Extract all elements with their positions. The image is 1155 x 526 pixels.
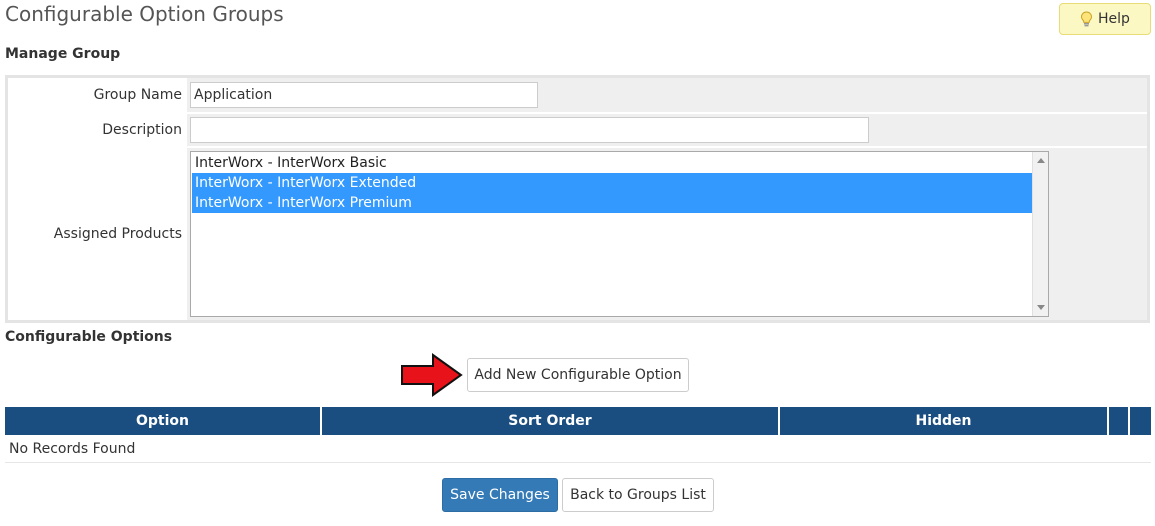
back-to-groups-button[interactable]: Back to Groups List <box>562 478 714 512</box>
options-table-header: Option Sort Order Hidden <box>5 407 1151 435</box>
empty-table-message: No Records Found <box>5 436 1151 463</box>
scroll-down-icon[interactable] <box>1037 305 1045 310</box>
help-button[interactable]: Help <box>1059 3 1151 35</box>
column-header-sort-order[interactable]: Sort Order <box>322 407 778 435</box>
lightbulb-icon <box>1081 11 1093 27</box>
assigned-products-row: Assigned Products InterWorx - InterWorx … <box>8 148 1147 320</box>
red-arrow-icon <box>401 353 463 397</box>
manage-group-heading: Manage Group <box>5 46 121 62</box>
group-name-input[interactable] <box>190 82 538 108</box>
manage-group-form: Group Name Description Assigned Products… <box>5 75 1150 323</box>
scroll-up-icon[interactable] <box>1037 158 1045 163</box>
select-scrollbar[interactable] <box>1032 152 1048 316</box>
group-name-label: Group Name <box>8 78 185 112</box>
description-label: Description <box>8 114 185 146</box>
assigned-products-select[interactable]: InterWorx - InterWorx Basic InterWorx - … <box>190 151 1049 317</box>
group-name-row: Group Name <box>8 78 1147 112</box>
help-label: Help <box>1098 11 1130 27</box>
description-row: Description <box>8 114 1147 146</box>
column-header-edit <box>1109 407 1128 435</box>
column-header-delete <box>1130 407 1151 435</box>
column-header-option[interactable]: Option <box>5 407 320 435</box>
configurable-options-heading: Configurable Options <box>5 329 173 345</box>
add-configurable-option-button[interactable]: Add New Configurable Option <box>467 358 689 392</box>
assigned-products-label: Assigned Products <box>8 148 185 320</box>
column-header-hidden[interactable]: Hidden <box>780 407 1107 435</box>
product-option-basic[interactable]: InterWorx - InterWorx Basic <box>192 153 1032 173</box>
product-option-extended[interactable]: InterWorx - InterWorx Extended <box>192 173 1032 193</box>
description-input[interactable] <box>190 117 869 143</box>
product-option-premium[interactable]: InterWorx - InterWorx Premium <box>192 193 1032 213</box>
save-changes-button[interactable]: Save Changes <box>442 478 558 512</box>
page-title: Configurable Option Groups <box>5 2 284 26</box>
